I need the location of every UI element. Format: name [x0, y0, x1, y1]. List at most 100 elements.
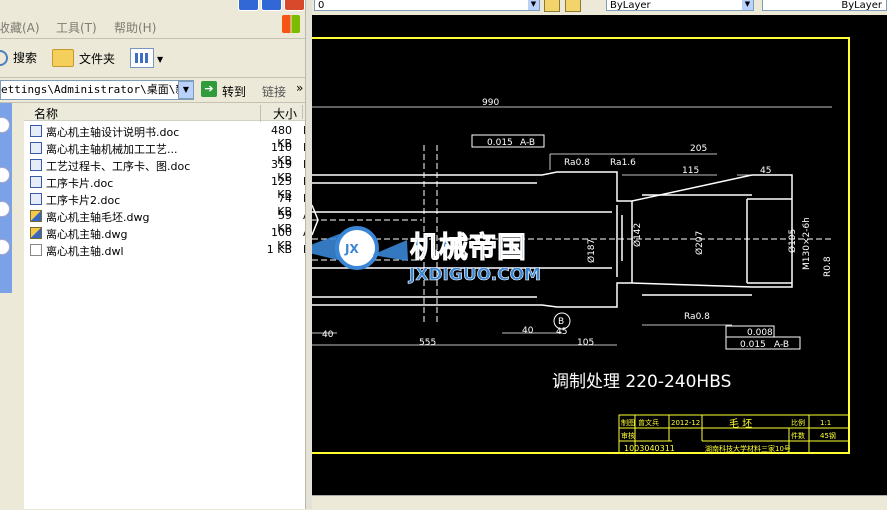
color-value: ByLayer — [610, 0, 651, 11]
task-expand-icon[interactable] — [0, 167, 10, 183]
tb-checked-label: 审核 — [621, 431, 635, 440]
dwg-icon — [30, 226, 42, 239]
window-controls — [238, 0, 305, 11]
shaft-drawing: 990 0.015 A-B Ra0.8 Ra1.6 205 115 45 Ø18… — [291, 37, 850, 454]
column-header: 名称 大小 — [24, 103, 312, 122]
file-name: 工序卡片.doc — [46, 177, 114, 190]
menu-favorites[interactable]: 收藏(A) — [0, 19, 40, 36]
folders-label: 文件夹 — [79, 51, 116, 66]
datum-b: B — [558, 317, 564, 327]
chevron-down-icon[interactable]: ▼ — [528, 0, 539, 10]
folders-button[interactable]: 文件夹 — [52, 49, 115, 67]
column-name[interactable]: 名称 — [34, 105, 58, 122]
task-expand-icon[interactable] — [0, 201, 10, 217]
file-name: 离心机主轴.dwg — [46, 228, 128, 241]
close-button[interactable] — [284, 0, 305, 11]
dim-dia-105: Ø105 — [787, 229, 798, 253]
dim-total-length: 990 — [482, 98, 499, 108]
watermark-logo: JX 机械帝国 JXDIGUO.COM — [297, 226, 541, 285]
task-expand-icon[interactable] — [0, 117, 10, 133]
chevron-right-icon[interactable]: » — [296, 81, 303, 95]
task-expand-icon[interactable] — [0, 239, 10, 255]
file-row[interactable]: 离心机主轴.dwl 1 KB F — [24, 241, 312, 258]
file-name: 工序卡片2.doc — [46, 194, 121, 207]
chevron-down-icon[interactable]: ▼ — [742, 0, 753, 10]
search-icon — [0, 49, 8, 66]
maximize-button[interactable] — [261, 0, 282, 11]
tb-date: 2012-12 — [671, 419, 700, 427]
pane-splitter[interactable] — [305, 0, 312, 509]
file-row[interactable]: 离心机主轴设计说明书.doc 480 KB M — [24, 122, 312, 150]
explorer-window: 收藏(A) 工具(T) 帮助(H) 搜索 文件夹 ▼ ettings\Admin… — [0, 0, 312, 509]
file-name: 离心机主轴.dwl — [46, 245, 124, 258]
linetype-value: ByLayer — [841, 0, 882, 11]
watermark-en: JXDIGUO.COM — [408, 265, 541, 285]
links-button[interactable]: 链接 — [262, 83, 286, 100]
chevron-down-icon[interactable]: ▼ — [157, 55, 163, 64]
doc-icon — [30, 192, 42, 205]
tb-school: 湖南科技大学材料三家10号 — [705, 444, 791, 453]
tb-title: 毛 坯 — [729, 418, 752, 430]
file-list: 名称 大小 离心机主轴设计说明书.doc 480 KB M 离心机主轴机械加工工… — [24, 103, 312, 509]
tb-qty-label: 件数 — [791, 431, 805, 440]
search-button[interactable]: 搜索 — [0, 49, 37, 66]
dwg-icon — [30, 209, 42, 222]
dim-runout-datum: A-B — [774, 340, 789, 350]
dim-runout: 0.015 — [740, 340, 766, 350]
go-button[interactable]: 转到 — [222, 83, 246, 100]
watermark-cn: 机械帝国 — [410, 230, 526, 264]
dim-thread: M130×2-6h — [802, 217, 812, 270]
address-input[interactable]: ettings\Administrator\桌面\新建 — [0, 80, 194, 100]
dim-105: 105 — [577, 338, 594, 348]
layer-props-icon[interactable] — [544, 0, 560, 12]
dim-40b: 40 — [522, 326, 534, 336]
doc-icon — [30, 158, 42, 171]
layer-select[interactable]: 0 ▼ — [314, 0, 540, 11]
tb-drawing-no: 1003040311 — [624, 444, 675, 453]
menu-tools[interactable]: 工具(T) — [56, 19, 97, 36]
file-name: 离心机主轴毛坯.dwg — [46, 211, 150, 224]
roughness-ra08b: Ra0.8 — [684, 312, 710, 322]
file-row[interactable]: 离心机主轴毛坯.dwg 59 KB A — [24, 207, 312, 235]
file-row[interactable]: 工序卡片.doc 125 KB M — [24, 173, 312, 201]
address-dropdown-icon[interactable]: ▼ — [178, 81, 194, 99]
layer-value: 0 — [318, 0, 325, 11]
doc-icon — [30, 124, 42, 137]
file-name: 离心机主轴机械加工工艺... — [46, 143, 178, 156]
dim-555: 555 — [419, 338, 436, 348]
address-bar: ettings\Administrator\桌面\新建 ▼ ➔ 转到 链接 » — [0, 78, 312, 103]
menu-bar: 收藏(A) 工具(T) 帮助(H) — [0, 12, 312, 39]
go-arrow-icon[interactable]: ➔ — [201, 81, 217, 97]
watermark-badge: JX — [344, 242, 359, 256]
linetype-select[interactable]: ByLayer — [762, 0, 887, 11]
dim-115: 115 — [682, 166, 699, 176]
menu-help[interactable]: 帮助(H) — [114, 19, 156, 36]
explorer-toolbar: 搜索 文件夹 ▼ — [0, 39, 312, 78]
windows-logo-icon — [282, 15, 300, 33]
dim-45b: 45 — [556, 327, 567, 337]
roughness-ra16: Ra1.6 — [610, 158, 636, 168]
file-row[interactable]: 离心机主轴机械加工工艺... 110 KB M — [24, 139, 312, 167]
doc-icon — [30, 175, 42, 188]
roughness-ra08: Ra0.8 — [564, 158, 590, 168]
file-row[interactable]: 离心机主轴.dwg 100 KB A — [24, 224, 312, 252]
layer-states-icon[interactable] — [565, 0, 581, 12]
tb-scale: 1:1 — [820, 419, 831, 427]
tb-scale-label: 比例 — [791, 418, 805, 427]
dim-datum: A-B — [520, 138, 535, 148]
file-row[interactable]: 工艺过程卡、工序卡、图.doc 319 KB M — [24, 156, 312, 184]
dim-r08: R0.8 — [823, 256, 833, 277]
column-size[interactable]: 大小 — [260, 105, 297, 122]
dim-dia-142: Ø142 — [632, 223, 643, 247]
file-row[interactable]: 工序卡片2.doc 74 KB M — [24, 190, 312, 218]
cad-drawing-canvas[interactable]: 990 0.015 A-B Ra0.8 Ra1.6 205 115 45 Ø18… — [291, 15, 887, 495]
doc-icon — [30, 141, 42, 154]
dimension-lines — [312, 106, 832, 346]
color-select[interactable]: ByLayer ▼ — [606, 0, 754, 11]
dim-40a: 40 — [322, 330, 334, 340]
dim-45: 45 — [760, 166, 771, 176]
dwl-icon — [30, 243, 42, 256]
minimize-button[interactable] — [238, 0, 259, 11]
views-icon[interactable] — [130, 48, 154, 68]
cad-properties-toolbar: 0 ▼ ByLayer ▼ ByLayer — [312, 0, 887, 16]
